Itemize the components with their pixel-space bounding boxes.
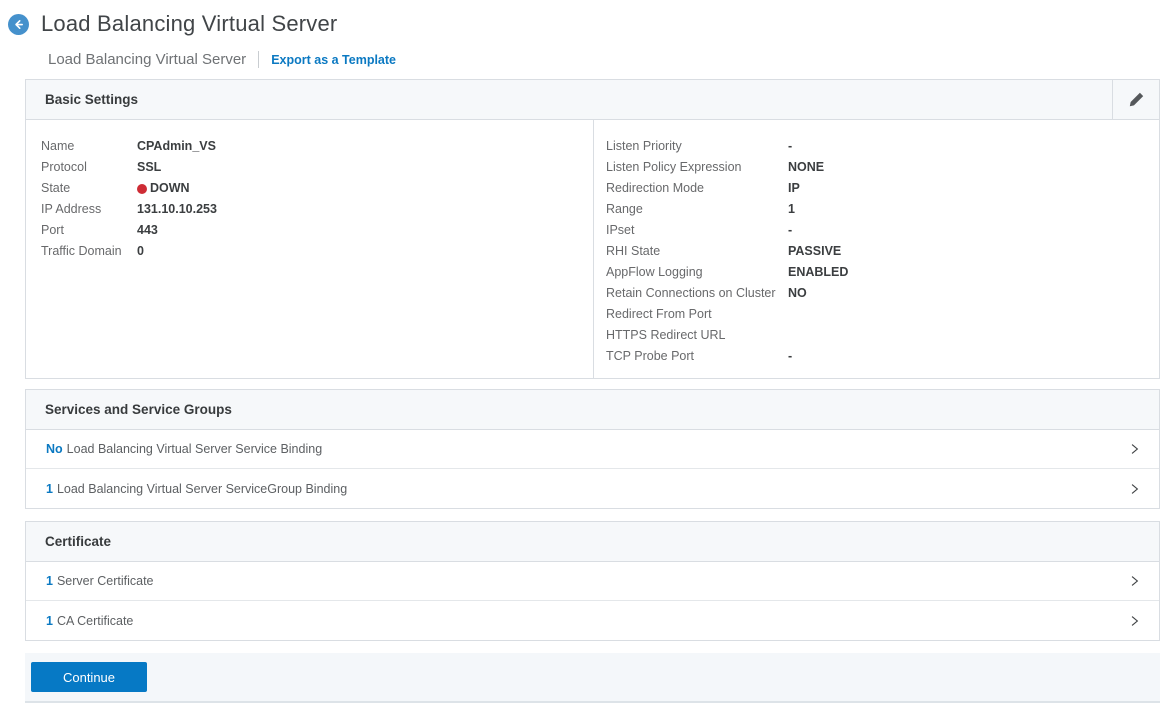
field-protocol: Protocol SSL (41, 157, 593, 178)
basic-settings-header: Basic Settings (26, 80, 1159, 120)
chevron-right-icon (1128, 482, 1141, 496)
service-binding-count: No (46, 442, 63, 456)
field-traffic-domain: Traffic Domain 0 (41, 241, 593, 262)
server-certificate-count: 1 (46, 574, 53, 588)
certificate-header: Certificate (26, 522, 1159, 562)
server-certificate-label: Server Certificate (57, 574, 154, 588)
field-ipset: IPset - (606, 220, 1159, 241)
field-listen-policy-expression: Listen Policy Expression NONE (606, 157, 1159, 178)
services-header: Services and Service Groups (26, 390, 1159, 430)
chevron-right-icon (1128, 574, 1141, 588)
services-panel: Services and Service Groups No Load Bala… (25, 389, 1160, 509)
servicegroup-binding-label: Load Balancing Virtual Server ServiceGro… (57, 482, 347, 496)
field-name: Name CPAdmin_VS (41, 136, 593, 157)
field-port: Port 443 (41, 220, 593, 241)
field-range: Range 1 (606, 199, 1159, 220)
pencil-icon (1128, 91, 1145, 108)
basic-settings-panel: Basic Settings Name CPAdmin_VS Protocol … (25, 79, 1160, 379)
edit-basic-settings-button[interactable] (1112, 80, 1159, 119)
vertical-divider (258, 51, 259, 68)
server-certificate-row[interactable]: 1 Server Certificate (26, 562, 1159, 601)
basic-settings-body: Name CPAdmin_VS Protocol SSL State DOWN … (26, 120, 1159, 378)
page-header: Load Balancing Virtual Server (0, 0, 1170, 37)
field-redirection-mode: Redirection Mode IP (606, 178, 1159, 199)
footer-strip: Continue (25, 653, 1160, 703)
field-listen-priority: Listen Priority - (606, 136, 1159, 157)
field-ip-address: IP Address 131.10.10.253 (41, 199, 593, 220)
field-tcp-probe-port: TCP Probe Port - (606, 346, 1159, 367)
arrow-left-icon (12, 18, 25, 31)
subheader: Load Balancing Virtual Server Export as … (48, 51, 1170, 68)
chevron-right-icon (1128, 614, 1141, 628)
back-button[interactable] (8, 14, 29, 35)
ca-certificate-count: 1 (46, 614, 53, 628)
state-value: DOWN (150, 178, 190, 199)
status-down-dot-icon (137, 184, 147, 194)
page-title: Load Balancing Virtual Server (41, 11, 337, 37)
services-title: Services and Service Groups (45, 402, 232, 417)
field-appflow-logging: AppFlow Logging ENABLED (606, 262, 1159, 283)
subtab-label: Load Balancing Virtual Server (48, 51, 246, 68)
export-as-template-link[interactable]: Export as a Template (271, 53, 396, 67)
basic-settings-title: Basic Settings (45, 92, 138, 107)
field-rhi-state: RHI State PASSIVE (606, 241, 1159, 262)
service-binding-label: Load Balancing Virtual Server Service Bi… (67, 442, 322, 456)
chevron-right-icon (1128, 442, 1141, 456)
field-retain-connections-on-cluster: Retain Connections on Cluster NO (606, 283, 1159, 304)
ca-certificate-row[interactable]: 1 CA Certificate (26, 601, 1159, 640)
field-https-redirect-url: HTTPS Redirect URL (606, 325, 1159, 346)
certificate-title: Certificate (45, 534, 111, 549)
continue-button[interactable]: Continue (31, 662, 147, 692)
basic-settings-right-column: Listen Priority - Listen Policy Expressi… (593, 120, 1159, 378)
certificate-panel: Certificate 1 Server Certificate 1 CA Ce… (25, 521, 1160, 641)
basic-settings-left-column: Name CPAdmin_VS Protocol SSL State DOWN … (26, 120, 593, 378)
servicegroup-binding-row[interactable]: 1 Load Balancing Virtual Server ServiceG… (26, 469, 1159, 508)
servicegroup-binding-count: 1 (46, 482, 53, 496)
service-binding-row[interactable]: No Load Balancing Virtual Server Service… (26, 430, 1159, 469)
ca-certificate-label: CA Certificate (57, 614, 133, 628)
field-redirect-from-port: Redirect From Port (606, 304, 1159, 325)
field-state: State DOWN (41, 178, 593, 199)
